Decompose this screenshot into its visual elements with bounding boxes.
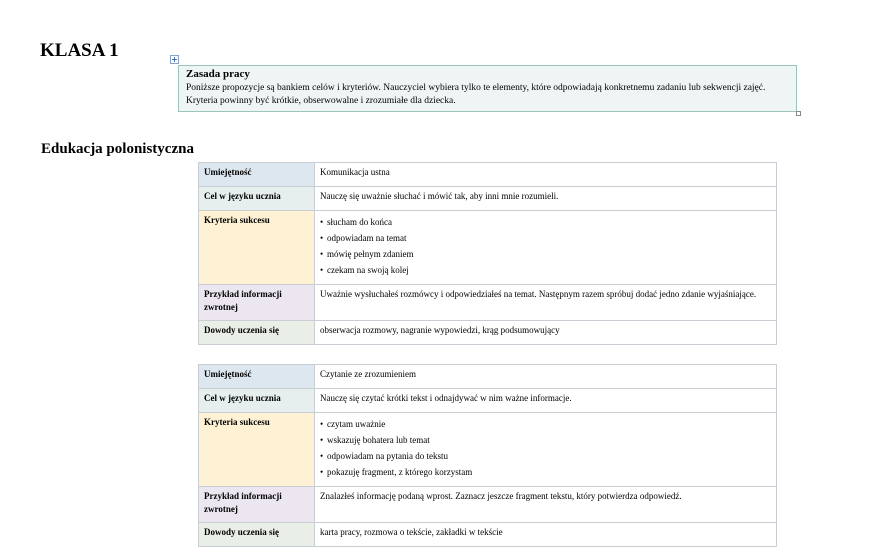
value-goal: Nauczę się uważnie słuchać i mówić tak, …: [314, 186, 777, 211]
criteria-item: wskazuję bohatera lub temat: [320, 432, 771, 448]
value-criteria: słucham do końca odpowiadam na temat mów…: [314, 210, 777, 285]
criteria-item: odpowiadam na temat: [320, 230, 771, 246]
note-title: Zasada pracy: [186, 68, 250, 80]
value-feedback: Uważnie wysłuchałeś rozmówcy i odpowiedz…: [314, 284, 777, 321]
value-goal: Nauczę się czytać krótki tekst i odnajdy…: [314, 388, 777, 413]
label-evidence: Dowody uczenia się: [198, 522, 315, 547]
criteria-item: czytam uważnie: [320, 416, 771, 432]
label-feedback: Przykład informacji zwrotnej: [198, 486, 315, 523]
table-resize-handle[interactable]: [796, 111, 801, 116]
work-principle-note: Zasada pracy Poniższe propozycje są bank…: [178, 65, 797, 112]
criteria-item: pokazuję fragment, z którego korzystam: [320, 464, 771, 480]
skill-table-oral-communication: Umiejętność Komunikacja ustna Cel w języ…: [198, 162, 777, 345]
label-skill: Umiejętność: [198, 162, 315, 187]
table-row-evidence: Dowody uczenia się karta pracy, rozmowa …: [198, 522, 777, 547]
value-skill: Komunikacja ustna: [314, 162, 777, 187]
section-title: Edukacja polonistyczna: [41, 141, 194, 157]
skill-table-reading-comprehension: Umiejętność Czytanie ze zrozumieniem Cel…: [198, 364, 777, 547]
table-row-feedback: Przykład informacji zwrotnej Uważnie wys…: [198, 284, 777, 321]
value-criteria: czytam uważnie wskazuję bohatera lub tem…: [314, 412, 777, 487]
value-evidence: obserwacja rozmowy, nagranie wypowiedzi,…: [314, 320, 777, 345]
criteria-item: odpowiadam na pytania do tekstu: [320, 448, 771, 464]
label-criteria: Kryteria sukcesu: [198, 210, 315, 285]
note-text: Poniższe propozycje są bankiem celów i k…: [186, 83, 766, 106]
label-criteria: Kryteria sukcesu: [198, 412, 315, 487]
label-feedback: Przykład informacji zwrotnej: [198, 284, 315, 321]
table-row-goal: Cel w języku ucznia Nauczę się czytać kr…: [198, 388, 777, 413]
table-row-skill: Umiejętność Komunikacja ustna: [198, 162, 777, 187]
value-feedback: Znalazłeś informację podaną wprost. Zazn…: [314, 486, 777, 523]
label-evidence: Dowody uczenia się: [198, 320, 315, 345]
value-skill: Czytanie ze zrozumieniem: [314, 364, 777, 389]
criteria-item: słucham do końca: [320, 214, 771, 230]
criteria-list: czytam uważnie wskazuję bohatera lub tem…: [320, 416, 771, 480]
table-row-criteria: Kryteria sukcesu słucham do końca odpowi…: [198, 210, 777, 285]
criteria-item: czekam na swoją kolej: [320, 262, 771, 278]
label-goal: Cel w języku ucznia: [198, 186, 315, 211]
value-evidence: karta pracy, rozmowa o tekście, zakładki…: [314, 522, 777, 547]
table-row-goal: Cel w języku ucznia Nauczę się uważnie s…: [198, 186, 777, 211]
label-goal: Cel w języku ucznia: [198, 388, 315, 413]
table-row-evidence: Dowody uczenia się obserwacja rozmowy, n…: [198, 320, 777, 345]
label-skill: Umiejętność: [198, 364, 315, 389]
criteria-item: mówię pełnym zdaniem: [320, 246, 771, 262]
table-row-skill: Umiejętność Czytanie ze zrozumieniem: [198, 364, 777, 389]
table-move-handle-icon[interactable]: [170, 55, 179, 64]
table-row-feedback: Przykład informacji zwrotnej Znalazłeś i…: [198, 486, 777, 523]
criteria-list: słucham do końca odpowiadam na temat mów…: [320, 214, 771, 278]
page-title: KLASA 1: [40, 40, 119, 61]
table-row-criteria: Kryteria sukcesu czytam uważnie wskazuję…: [198, 412, 777, 487]
